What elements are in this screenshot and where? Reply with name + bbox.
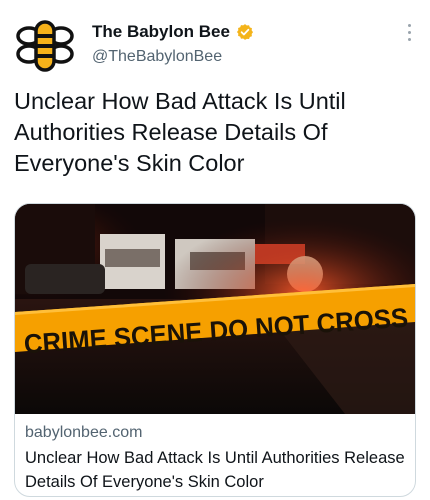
tweet[interactable]: The Babylon Bee @TheBabylonBee Unclear H… [0,0,430,500]
babylon-bee-logo [16,20,74,72]
card-meta: babylonbee.com Unclear How Bad Attack Is… [25,424,409,494]
author-name[interactable]: The Babylon Bee [92,22,230,42]
tweet-text: Unclear How Bad Attack Is Until Authorit… [14,88,346,176]
avatar[interactable] [14,14,76,76]
link-card[interactable]: CRIME SCENE DO NOT CROSS babylonbee.com … [14,203,416,497]
tweet-header: The Babylon Bee @TheBabylonBee [92,22,254,66]
card-domain: babylonbee.com [25,424,143,441]
card-image: CRIME SCENE DO NOT CROSS [15,204,415,414]
verified-badge-icon [236,24,253,40]
more-options-icon[interactable] [406,24,412,44]
card-title: Unclear How Bad Attack Is Until Authorit… [25,449,405,491]
name-row: The Babylon Bee [92,22,254,42]
author-handle[interactable]: @TheBabylonBee [92,48,254,66]
